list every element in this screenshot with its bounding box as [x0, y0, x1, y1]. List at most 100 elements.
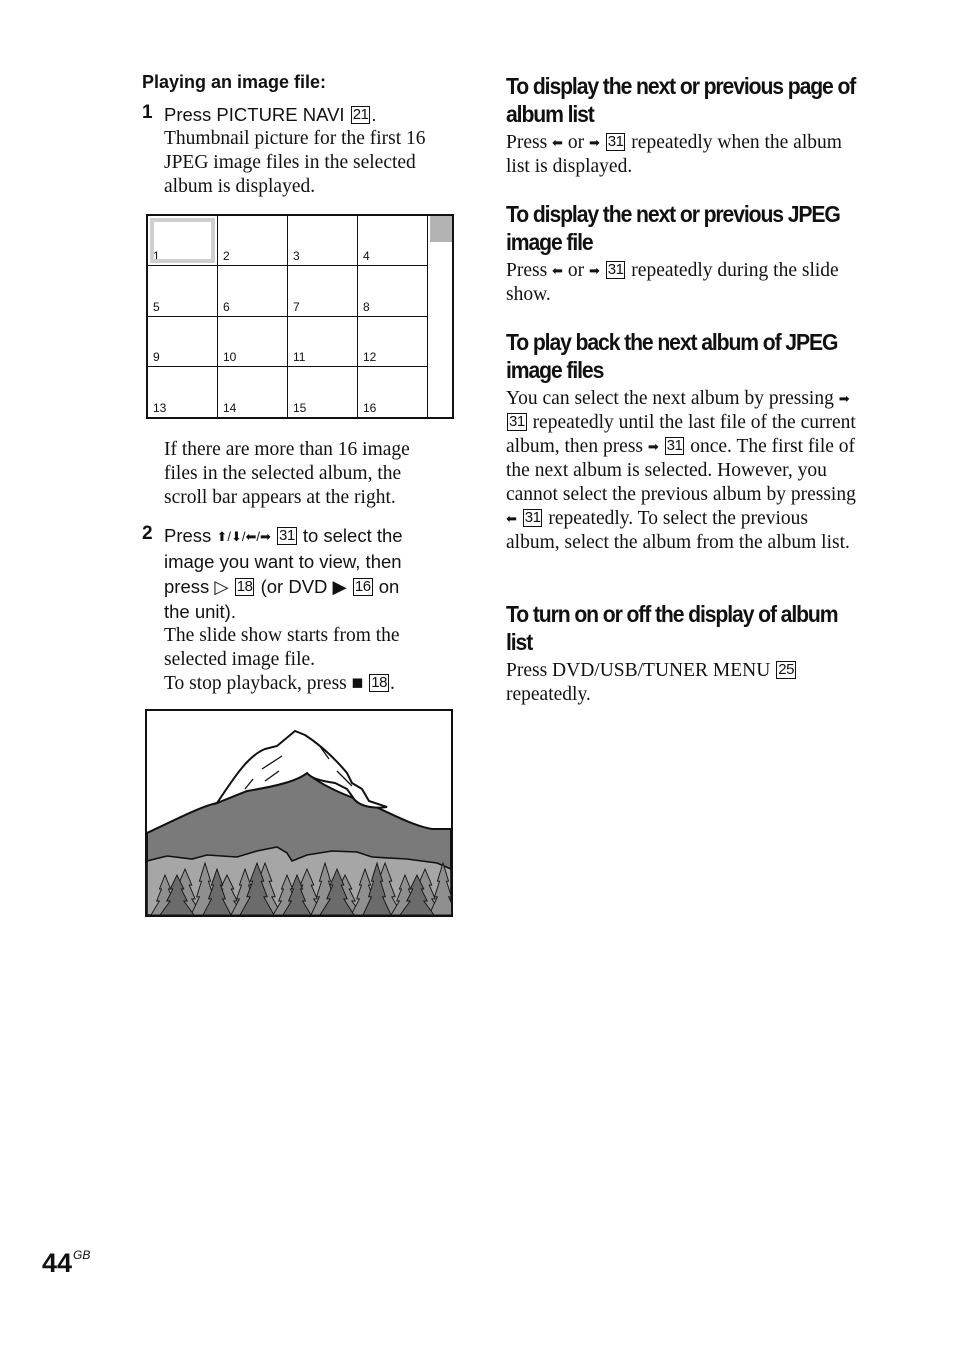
- play-outline-icon: ▷: [214, 576, 229, 597]
- button-number-badge: 31: [522, 509, 543, 527]
- thumbnail-cell[interactable]: 5: [148, 266, 218, 317]
- thumbnail-number: 7: [293, 299, 300, 314]
- play-solid-icon: ▶: [332, 576, 347, 597]
- thumbnail-cell[interactable]: 10: [218, 316, 288, 367]
- step-2-description: The slide show starts from the selected …: [164, 624, 462, 696]
- thumbnail-cell[interactable]: 15: [288, 366, 358, 417]
- thumbnail-cell[interactable]: 11: [288, 316, 358, 367]
- step-number: 2: [142, 523, 153, 544]
- right-arrow-icon: ➡: [588, 263, 600, 278]
- note-line: scroll bar appears at the right.: [164, 487, 396, 508]
- body-text: or: [567, 132, 585, 153]
- note-line: files in the selected album, the: [164, 463, 402, 484]
- instruction-text: (or DVD: [260, 576, 328, 597]
- page-number: 44GB: [42, 1248, 90, 1279]
- thumbnail-cell[interactable]: 14: [218, 366, 288, 417]
- button-number-badge: 31: [507, 413, 527, 431]
- left-arrow-icon: ⬅: [552, 263, 563, 278]
- step-1-instruction: Press PICTURE NAVI 21.: [164, 102, 462, 127]
- step-1-description: Thumbnail picture for the first 16 JPEG …: [164, 127, 462, 199]
- thumbnail-cell[interactable]: 13: [148, 366, 218, 417]
- button-number-badge: 31: [605, 261, 626, 279]
- instruction-text: press: [164, 576, 210, 597]
- thumbnail-cell[interactable]: 2: [218, 216, 288, 267]
- thumbnail-number: 4: [363, 249, 370, 264]
- thumbnail-cells: 1 2 3 4 5 6 7 8 9 10 11 12 13 14 15 16: [148, 216, 430, 417]
- button-number-badge: 25: [776, 661, 796, 679]
- thumbnail-cell[interactable]: 3: [288, 216, 358, 267]
- right-arrow-icon: ➡: [838, 391, 850, 406]
- body-text: You can select the next album by pressin…: [506, 388, 834, 409]
- scrollbar-note: If there are more than 16 image files in…: [164, 438, 464, 510]
- button-number-badge: 18: [234, 578, 255, 596]
- section-body: Press ⬅ or ➡ 31 repeatedly during the sl…: [506, 259, 866, 307]
- instruction-text: Press PICTURE NAVI: [164, 104, 345, 125]
- thumbnail-number: 12: [363, 349, 377, 364]
- thumbnail-number: 9: [153, 349, 160, 364]
- section-toggle-album-list: To turn on or off the display of album l…: [506, 600, 866, 707]
- instruction-text: image you want to view, then: [164, 551, 402, 572]
- body-text: Press: [506, 260, 548, 281]
- thumbnail-cell[interactable]: 8: [358, 266, 428, 317]
- right-arrow-icon: ➡: [647, 439, 659, 454]
- body-text: repeatedly.: [506, 684, 591, 705]
- thumbnail-number: 14: [223, 401, 237, 415]
- thumbnail-cell[interactable]: 12: [358, 316, 428, 367]
- punctuation: .: [371, 104, 377, 125]
- section-next-album: To play back the next album of JPEG imag…: [506, 328, 866, 555]
- button-number-badge: 31: [664, 437, 685, 455]
- left-arrow-icon: ⬅: [552, 135, 563, 150]
- thumbnail-grid: 1 2 3 4 5 6 7 8 9 10 11 12 13 14 15 16: [146, 214, 454, 419]
- thumbnail-number: 1: [153, 249, 160, 264]
- stop-icon: ■: [351, 673, 364, 694]
- region-code: GB: [73, 1248, 91, 1262]
- body-text: repeatedly. To select the previous album…: [506, 508, 850, 553]
- section-body: Press DVD/USB/TUNER MENU 25 repeatedly.: [506, 659, 866, 707]
- scrollbar-thumb[interactable]: [430, 216, 452, 242]
- thumbnail-number: 13: [153, 401, 167, 415]
- section-heading: To display the next or previous JPEG ima…: [506, 201, 841, 255]
- button-number-badge: 16: [352, 578, 373, 596]
- step-number: 1: [142, 102, 153, 123]
- mountain-landscape-image: [147, 711, 451, 915]
- thumbnail-cell[interactable]: 4: [358, 216, 428, 267]
- note-line: If there are more than 16 image: [164, 439, 410, 460]
- body-text: once.: [690, 436, 732, 457]
- body-text: Press DVD/USB/TUNER MENU: [506, 660, 771, 681]
- description-line: album is displayed.: [164, 176, 316, 197]
- thumbnail-number: 16: [363, 401, 377, 415]
- thumbnail-number: 11: [293, 349, 306, 364]
- description-line: The slide show starts from the: [164, 625, 400, 646]
- thumbnail-number: 6: [223, 299, 230, 314]
- section-next-page-album-list: To display the next or previous page of …: [506, 72, 866, 179]
- thumbnail-cell[interactable]: 7: [288, 266, 358, 317]
- step-2-instruction: Press ⬆/⬇/⬅/➡ 31 to select the image you…: [164, 523, 462, 624]
- instruction-text: to select the: [302, 525, 403, 546]
- section-heading: To turn on or off the display of album l…: [506, 601, 839, 655]
- button-number-badge: 31: [276, 527, 297, 545]
- body-text: or: [567, 260, 585, 281]
- instruction-text: Press: [164, 525, 212, 546]
- section-body: You can select the next album by pressin…: [506, 387, 866, 555]
- step-1: 1 Press PICTURE NAVI 21. Thumbnail pictu…: [142, 102, 462, 199]
- section-next-jpeg-file: To display the next or previous JPEG ima…: [506, 200, 866, 307]
- description-line: Thumbnail picture for the first 16: [164, 128, 426, 149]
- description-text: To stop playback, press: [164, 673, 347, 694]
- thumbnail-cell[interactable]: 6: [218, 266, 288, 317]
- section-subheading: Playing an image file:: [142, 72, 327, 92]
- thumbnail-number: 3: [293, 249, 300, 264]
- left-arrow-icon: ⬅: [506, 511, 517, 526]
- thumbnail-number: 5: [153, 299, 160, 314]
- instruction-text: the unit).: [164, 601, 236, 622]
- thumbnail-number: 10: [223, 349, 237, 364]
- page-number-value: 44: [42, 1248, 73, 1278]
- scrollbar[interactable]: [430, 216, 452, 417]
- instruction-text: on: [378, 576, 400, 597]
- thumbnail-number: 2: [223, 249, 230, 264]
- section-heading: To display the next or previous page of …: [506, 73, 856, 127]
- body-text: Press: [506, 132, 548, 153]
- thumbnail-cell[interactable]: 9: [148, 316, 218, 367]
- thumbnail-cell[interactable]: 16: [358, 366, 428, 417]
- thumbnail-cell[interactable]: 1: [148, 216, 218, 267]
- right-arrow-icon: ➡: [588, 135, 600, 150]
